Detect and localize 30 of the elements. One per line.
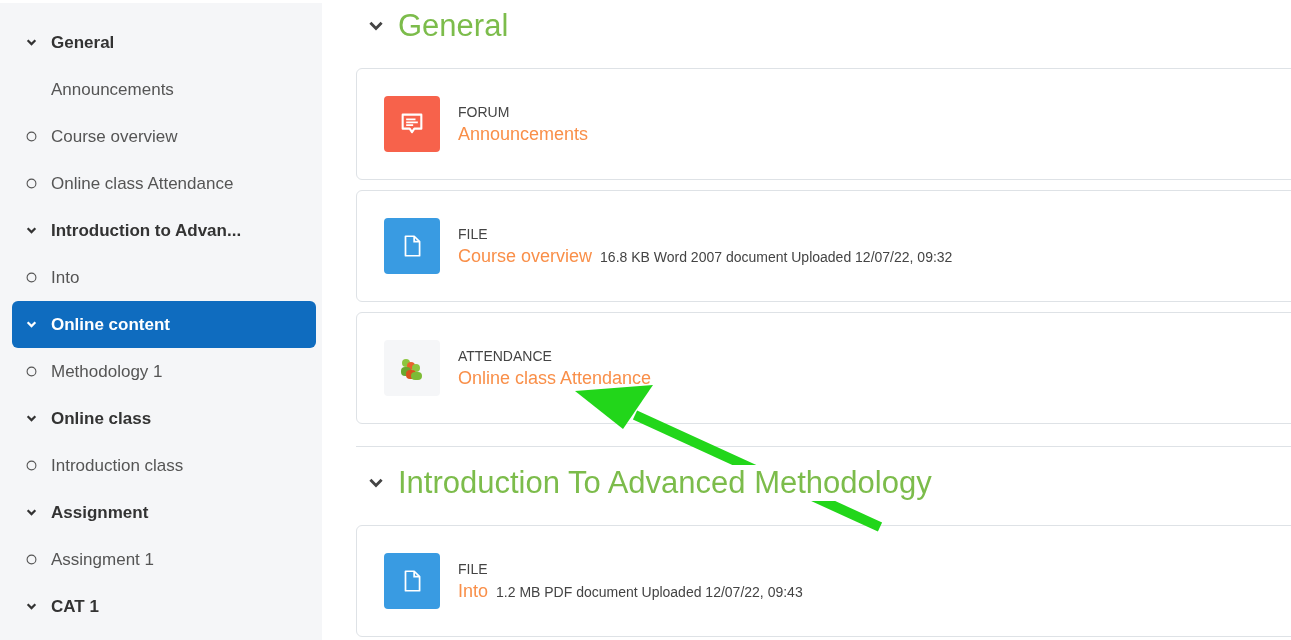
activity-type: FORUM	[458, 103, 511, 120]
sidebar-section[interactable]: CAT 1	[12, 583, 316, 630]
section-title: Introduction To Advanced Methodology	[398, 465, 932, 501]
file-details: 16.8 KB Word 2007 document Uploaded 12/07/22, 09:32	[600, 248, 953, 265]
activity-type: FILE	[458, 560, 489, 577]
sidebar-section[interactable]: Online content	[12, 301, 316, 348]
sidebar-item[interactable]: Introduction class	[51, 455, 184, 476]
chevron-icon	[26, 413, 37, 424]
chevron-icon	[26, 601, 37, 612]
sidebar-item[interactable]: Online class Attendance	[51, 173, 234, 194]
chevron-icon	[26, 225, 37, 236]
activity-type: FILE	[458, 225, 489, 242]
sidebar-section[interactable]: Assignment	[12, 489, 316, 536]
sidebar-item[interactable]: Course overview	[51, 126, 178, 147]
sidebar-section[interactable]: Introduction to Advan...	[12, 207, 316, 254]
document-icon	[384, 553, 440, 609]
sidebar-item[interactable]: Into	[51, 267, 80, 288]
sidebar-item[interactable]: Methodology 1	[51, 361, 163, 382]
chevron-icon	[26, 37, 37, 48]
sidebar-item[interactable]: Announcements	[51, 79, 174, 100]
chat-icon	[384, 96, 440, 152]
sidebar-section[interactable]: General	[12, 19, 316, 66]
document-icon	[384, 218, 440, 274]
sidebar-section[interactable]: Online class	[12, 395, 316, 442]
chevron-icon	[26, 507, 37, 518]
sidebar-item[interactable]: Assingment 1	[51, 549, 154, 570]
people-icon	[384, 340, 440, 396]
file-details: 1.2 MB PDF document Uploaded 12/07/22, 09:43	[496, 583, 803, 600]
activity-type: ATTENDANCE	[458, 347, 553, 364]
chevron-icon	[26, 319, 37, 330]
